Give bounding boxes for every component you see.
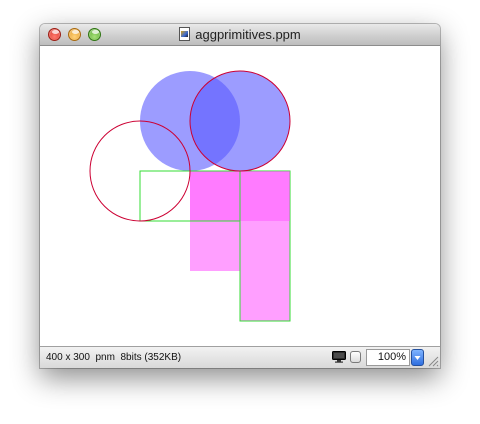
status-bar: 400 x 300 pnm 8bits (352KB) 100%	[40, 346, 440, 368]
window-title: aggprimitives.ppm	[195, 27, 301, 42]
zoom-field[interactable]: 100%	[366, 349, 410, 366]
blue-circle-right	[190, 71, 290, 171]
resize-grip-icon[interactable]	[427, 355, 439, 367]
image-viewer-window: aggprimitives.ppm 400 x 300 pnm 8bits (3…	[40, 24, 440, 368]
zoom-dropdown-button[interactable]	[411, 349, 424, 366]
title-bar[interactable]: aggprimitives.ppm	[40, 24, 440, 46]
window-title-area: aggprimitives.ppm	[40, 24, 440, 46]
image-canvas	[40, 46, 440, 346]
fit-toggle-checkbox[interactable]	[350, 351, 361, 363]
monitor-icon[interactable]	[332, 351, 346, 363]
image-document-icon	[179, 27, 191, 41]
image-info-text: 400 x 300 pnm 8bits (352KB)	[46, 352, 182, 363]
rendered-image	[89, 70, 291, 322]
chevron-down-icon	[414, 356, 421, 360]
